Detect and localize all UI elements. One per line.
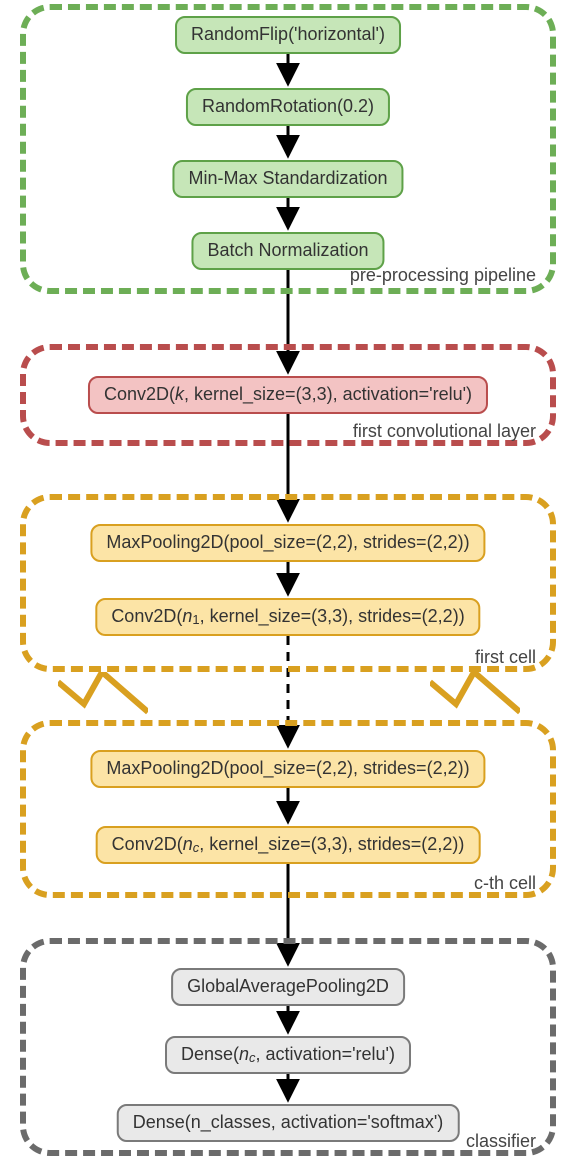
- text-prefix: Conv2D(: [104, 384, 175, 406]
- group-label-classifier: classifier: [466, 1131, 536, 1152]
- text-suffix: , activation='relu'): [256, 1044, 395, 1066]
- node-dense2: Dense(n_classes, activation='softmax'): [117, 1104, 460, 1142]
- zigzag-left-icon: [58, 672, 148, 722]
- text-sub-1: 1: [192, 612, 199, 628]
- text-var-k: k: [175, 384, 184, 406]
- group-label-cthcell: c-th cell: [474, 873, 536, 894]
- text-prefix: Dense(: [181, 1044, 239, 1066]
- text-var-n: n: [182, 606, 192, 628]
- node-dense1: Dense(nc, activation='relu'): [165, 1036, 411, 1074]
- node-conv-k: Conv2D(k, kernel_size=(3,3), activation=…: [88, 376, 488, 414]
- node-randomrotation: RandomRotation(0.2): [186, 88, 390, 126]
- architecture-diagram: pre-processing pipeline RandomFlip('hori…: [0, 0, 576, 1164]
- node-maxpoolc: MaxPooling2D(pool_size=(2,2), strides=(2…: [90, 750, 485, 788]
- text-prefix: Conv2D(: [112, 834, 183, 856]
- group-firstcell: first cell: [20, 494, 556, 672]
- text-suffix: , kernel_size=(3,3), strides=(2,2)): [200, 606, 465, 628]
- text-suffix: , kernel_size=(3,3), strides=(2,2)): [199, 834, 464, 856]
- text-var-n: n: [183, 834, 193, 856]
- node-maxpool1: MaxPooling2D(pool_size=(2,2), strides=(2…: [90, 524, 485, 562]
- group-label-firstconv: first convolutional layer: [353, 421, 536, 442]
- zigzag-right-icon: [430, 672, 520, 722]
- group-cthcell: c-th cell: [20, 720, 556, 898]
- node-conv-nc: Conv2D(nc, kernel_size=(3,3), strides=(2…: [96, 826, 481, 864]
- node-conv-n1: Conv2D(n1, kernel_size=(3,3), strides=(2…: [95, 598, 480, 636]
- node-minmax: Min-Max Standardization: [172, 160, 403, 198]
- node-gap: GlobalAveragePooling2D: [171, 968, 405, 1006]
- node-batchnorm: Batch Normalization: [191, 232, 384, 270]
- text-suffix: , kernel_size=(3,3), activation='relu'): [184, 384, 472, 406]
- node-randomflip: RandomFlip('horizontal'): [175, 16, 401, 54]
- text-sub-c: c: [193, 840, 199, 856]
- text-var-n: n: [239, 1044, 249, 1066]
- group-label-firstcell: first cell: [475, 647, 536, 668]
- text-sub-c: c: [249, 1050, 255, 1066]
- text-prefix: Conv2D(: [111, 606, 182, 628]
